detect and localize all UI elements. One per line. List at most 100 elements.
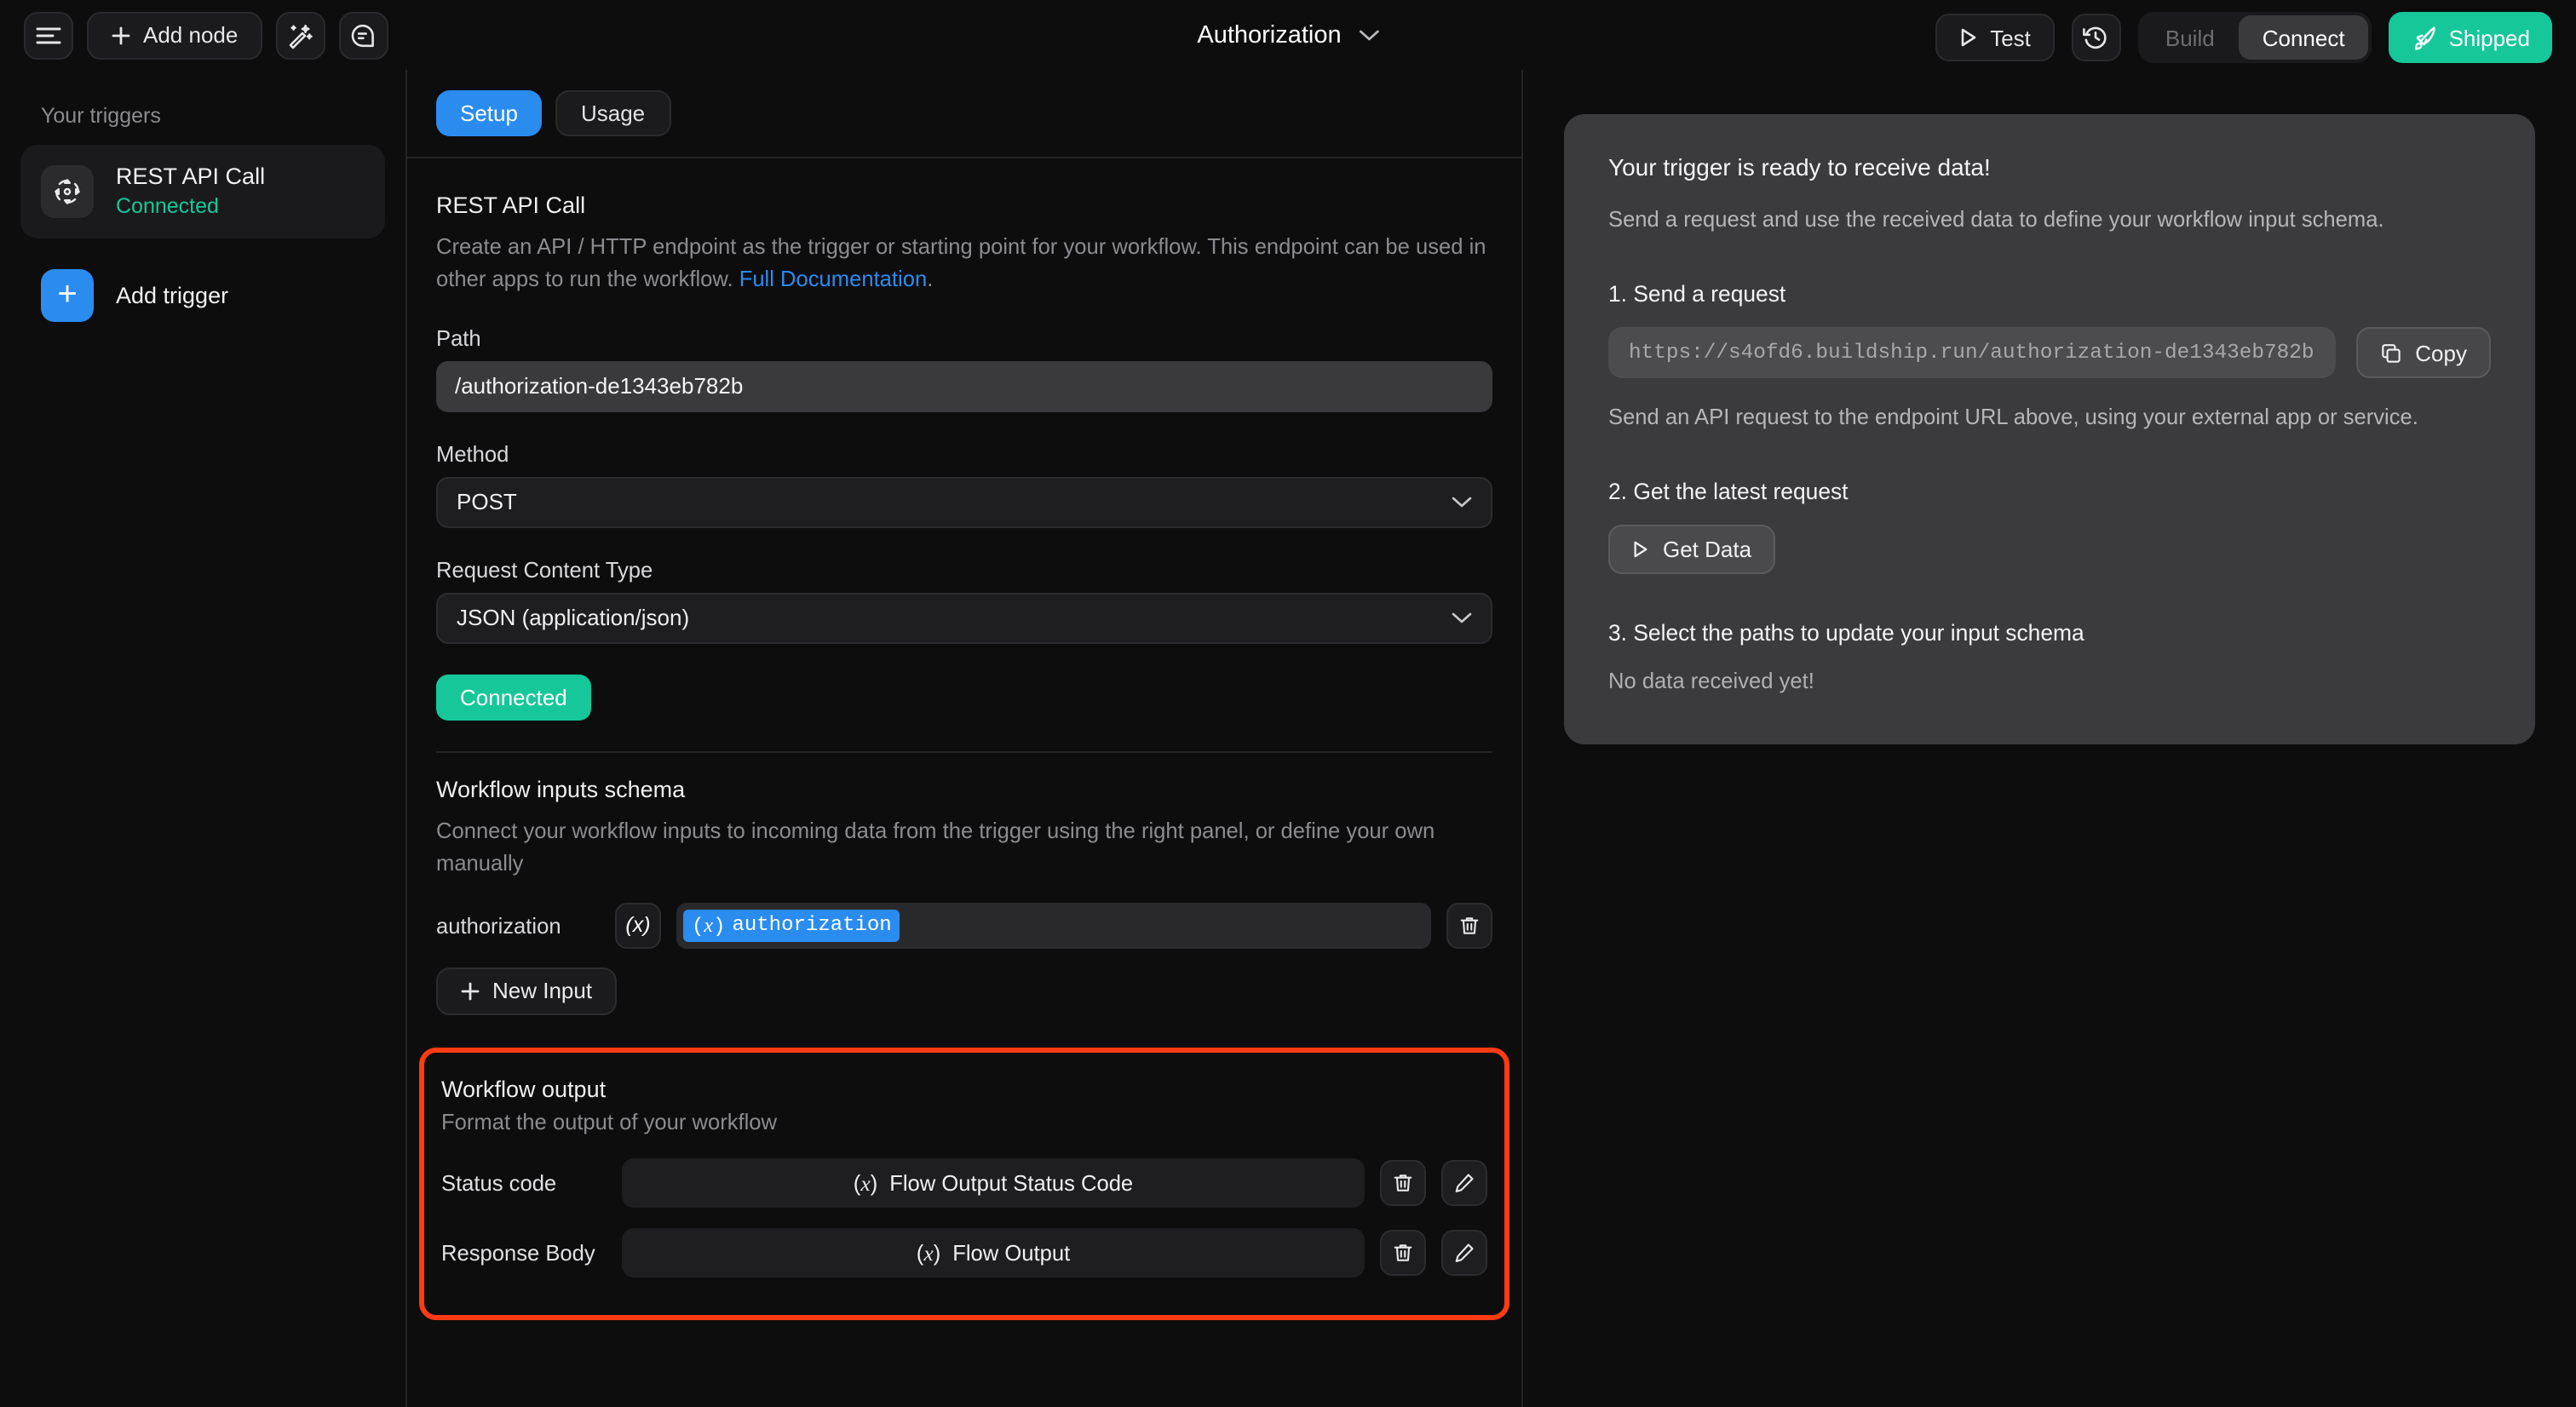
rocket-icon bbox=[2412, 25, 2437, 50]
setup-description-text: Create an API / HTTP endpoint as the tri… bbox=[436, 233, 1486, 292]
plus-icon bbox=[460, 981, 480, 1002]
history-clock-icon bbox=[2083, 24, 2110, 51]
chevron-down-icon bbox=[1359, 28, 1379, 42]
trash-icon bbox=[1458, 915, 1481, 937]
inputs-schema-title: Workflow inputs schema bbox=[436, 776, 686, 802]
edit-status-code-button[interactable] bbox=[1441, 1160, 1487, 1207]
get-data-button[interactable]: Get Data bbox=[1608, 525, 1776, 575]
tab-usage[interactable]: Usage bbox=[555, 90, 671, 136]
sidebar-section-label: Your triggers bbox=[41, 104, 161, 128]
workflow-output-row: Response Body (x) Flow Output bbox=[441, 1228, 1487, 1278]
status-code-label: Status code bbox=[441, 1170, 557, 1197]
status-code-value-label: Flow Output Status Code bbox=[889, 1170, 1134, 1197]
shipped-button[interactable]: Shipped bbox=[2389, 12, 2552, 63]
path-value: /authorization-de1343eb782b bbox=[455, 373, 744, 399]
chat-bubble-icon bbox=[349, 21, 377, 49]
response-body-label: Response Body bbox=[441, 1240, 595, 1266]
magic-wand-button[interactable] bbox=[275, 11, 325, 59]
path-label: Path bbox=[436, 324, 481, 351]
page-title: Authorization bbox=[1197, 21, 1342, 49]
workflow-output-subtitle: Format the output of your workflow bbox=[441, 1108, 778, 1134]
token-prefix: (x) bbox=[916, 1239, 941, 1266]
pencil-icon bbox=[1453, 1242, 1475, 1264]
workflow-output-section: Workflow output Format the output of you… bbox=[419, 1047, 1509, 1321]
content-type-label: Request Content Type bbox=[436, 556, 653, 583]
no-data-message: No data received yet! bbox=[1608, 668, 1814, 694]
endpoint-url-value: https://s4ofd6.buildship.run/authorizati… bbox=[1629, 341, 2314, 365]
setup-description: Create an API / HTTP endpoint as the tri… bbox=[436, 230, 1492, 296]
tab-setup[interactable]: Setup bbox=[436, 90, 542, 136]
new-input-button[interactable]: New Input bbox=[436, 967, 617, 1015]
tab-connect[interactable]: Connect bbox=[2238, 15, 2369, 60]
content-type-select[interactable]: JSON (application/json) bbox=[436, 592, 1492, 644]
new-input-label: New Input bbox=[492, 978, 593, 1004]
sidebar-toggle-button[interactable] bbox=[24, 11, 73, 59]
magic-wand-icon bbox=[286, 21, 313, 49]
rest-api-trigger-icon bbox=[41, 165, 94, 219]
pencil-icon bbox=[1453, 1172, 1475, 1194]
input-key-label: authorization bbox=[436, 912, 561, 939]
setup-body: REST API Call Create an API / HTTP endpo… bbox=[407, 158, 1521, 1321]
plus-icon bbox=[111, 25, 131, 45]
delete-input-button[interactable] bbox=[1446, 902, 1492, 949]
binding-token: (x) authorization bbox=[683, 909, 900, 942]
token-prefix: (x) bbox=[853, 1169, 878, 1196]
path-input[interactable]: /authorization-de1343eb782b bbox=[436, 360, 1492, 412]
workflow-output-title: Workflow output bbox=[441, 1076, 607, 1102]
header-left-group: Add node bbox=[0, 11, 388, 59]
trash-icon bbox=[1392, 1242, 1414, 1264]
workflow-title-dropdown[interactable]: Authorization bbox=[1197, 21, 1379, 49]
input-value-field[interactable]: (x) authorization bbox=[676, 902, 1431, 949]
trigger-name: REST API Call bbox=[116, 164, 266, 189]
input-schema-row: authorization (x) (x) authorization bbox=[436, 902, 1492, 949]
status-code-value[interactable]: (x) Flow Output Status Code bbox=[622, 1158, 1365, 1209]
workflow-output-row: Status code (x) Flow Output Status Code bbox=[441, 1158, 1487, 1209]
edit-response-body-button[interactable] bbox=[1441, 1230, 1487, 1277]
mode-segmented-control: Build Connect bbox=[2137, 12, 2372, 63]
step-3-label: 3. Select the paths to update your input… bbox=[1608, 620, 2084, 646]
panel-subtitle: Send a request and use the received data… bbox=[1608, 206, 2384, 232]
response-body-value[interactable]: (x) Flow Output bbox=[622, 1228, 1365, 1278]
setup-column: Setup Usage REST API Call Create an API … bbox=[407, 70, 1523, 1407]
endpoint-url-field[interactable]: https://s4ofd6.buildship.run/authorizati… bbox=[1608, 327, 2336, 379]
hamburger-icon bbox=[36, 25, 61, 45]
copy-label: Copy bbox=[2415, 340, 2467, 366]
connected-status-button[interactable]: Connected bbox=[436, 674, 591, 721]
setup-title: REST API Call bbox=[436, 192, 586, 218]
trigger-ready-panel: Your trigger is ready to receive data! S… bbox=[1564, 114, 2535, 745]
method-value: POST bbox=[457, 489, 517, 515]
setup-description-period: . bbox=[927, 266, 934, 292]
copy-icon bbox=[2379, 342, 2401, 364]
setup-tabbar: Setup Usage bbox=[407, 70, 1521, 158]
add-trigger-button[interactable]: + Add trigger bbox=[20, 252, 385, 339]
plus-icon: + bbox=[41, 269, 94, 323]
full-documentation-link[interactable]: Full Documentation bbox=[739, 267, 928, 292]
history-button[interactable] bbox=[2071, 14, 2121, 61]
sidebar-item-rest-api-call[interactable]: REST API Call Connected bbox=[20, 145, 385, 239]
chat-button[interactable] bbox=[338, 11, 388, 59]
section-divider bbox=[436, 750, 1492, 753]
trigger-data-column: Your trigger is ready to receive data! S… bbox=[1523, 70, 2576, 1407]
method-label: Method bbox=[436, 440, 509, 467]
content-type-value: JSON (application/json) bbox=[457, 605, 690, 631]
delete-response-body-button[interactable] bbox=[1380, 1230, 1426, 1277]
add-node-button[interactable]: Add node bbox=[87, 11, 262, 59]
method-select[interactable]: POST bbox=[436, 476, 1492, 528]
fx-icon[interactable]: (x) bbox=[615, 902, 661, 949]
main-area: Setup Usage REST API Call Create an API … bbox=[407, 70, 2576, 1407]
tab-build[interactable]: Build bbox=[2142, 15, 2239, 60]
delete-status-code-button[interactable] bbox=[1380, 1160, 1426, 1207]
token-label: authorization bbox=[732, 913, 892, 938]
get-data-label: Get Data bbox=[1663, 537, 1752, 563]
play-icon bbox=[1959, 27, 1978, 48]
play-icon bbox=[1632, 541, 1649, 560]
sidebar-item-text: REST API Call Connected bbox=[116, 162, 265, 221]
add-trigger-label: Add trigger bbox=[116, 283, 229, 309]
inputs-schema-description: Connect your workflow inputs to incoming… bbox=[436, 817, 1435, 876]
response-body-value-label: Flow Output bbox=[952, 1240, 1071, 1266]
step-1-label: 1. Send a request bbox=[1608, 281, 1786, 307]
trash-icon bbox=[1392, 1172, 1414, 1194]
shipped-label: Shipped bbox=[2448, 25, 2530, 50]
copy-url-button[interactable]: Copy bbox=[2355, 327, 2491, 379]
test-button[interactable]: Test bbox=[1935, 14, 2055, 61]
